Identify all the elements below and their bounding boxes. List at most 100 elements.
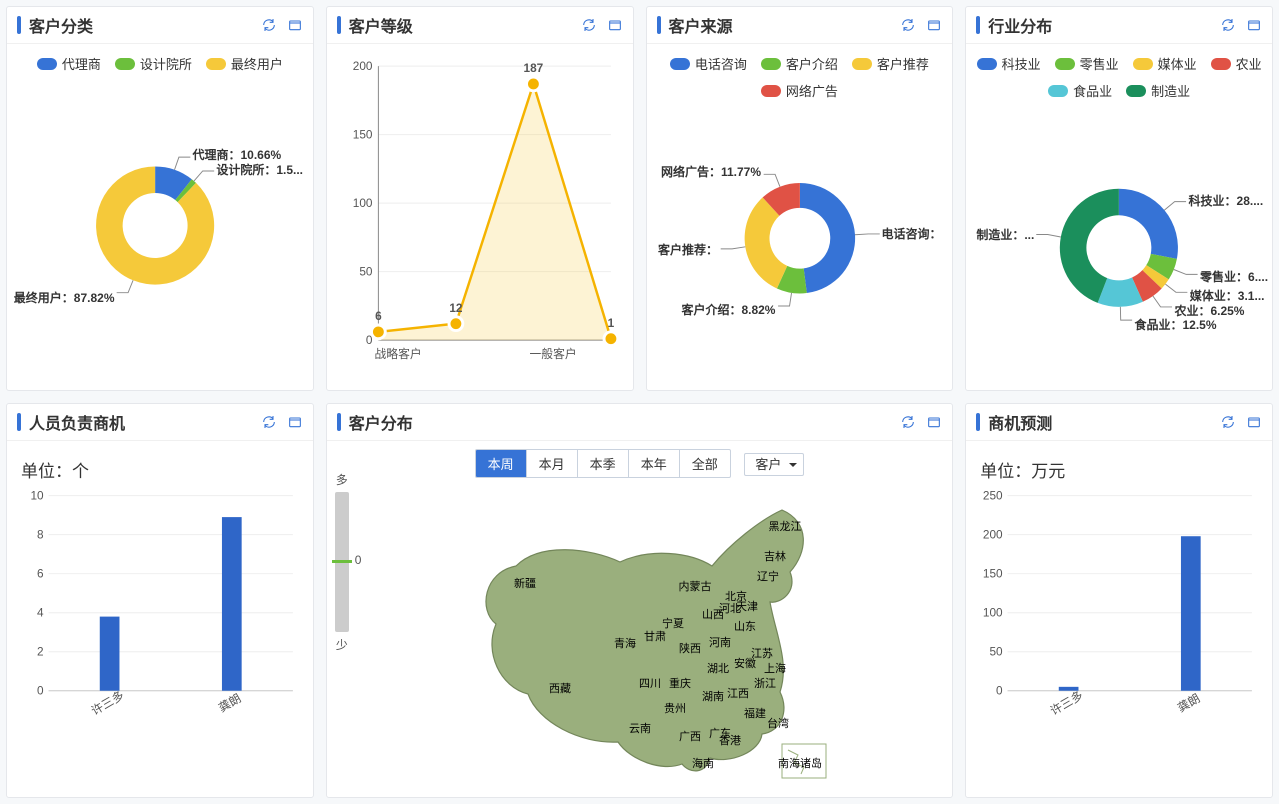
- svg-text:江西: 江西: [727, 687, 749, 700]
- svg-text:湖南: 湖南: [702, 690, 724, 703]
- svg-text:6: 6: [37, 567, 44, 581]
- svg-text:150: 150: [353, 128, 373, 142]
- legend-item[interactable]: 科技业: [977, 54, 1041, 73]
- svg-text:50: 50: [359, 265, 373, 279]
- pie-label: 设计院所：1.5...: [216, 161, 303, 178]
- svg-text:200: 200: [353, 59, 373, 73]
- svg-text:浙江: 浙江: [754, 677, 776, 690]
- donut-chart: 科技业：28....零售业：6....媒体业：3.1...农业：6.25%食品业…: [976, 108, 1262, 378]
- tab-本季[interactable]: 本季: [578, 450, 629, 477]
- tab-本月[interactable]: 本月: [527, 450, 578, 477]
- svg-text:四川: 四川: [639, 678, 661, 690]
- refresh-icon[interactable]: [900, 17, 916, 33]
- svg-text:许三多: 许三多: [1048, 688, 1086, 718]
- card-map: 客户分布 本周本月本季本年全部 客户 多 少 0 黑龙江吉林辽宁内蒙古新疆北京天…: [326, 403, 954, 798]
- refresh-icon[interactable]: [1220, 17, 1236, 33]
- legend-item[interactable]: 设计院所: [115, 54, 192, 73]
- svg-text:宁夏: 宁夏: [662, 616, 684, 630]
- legend-item[interactable]: 食品业: [1048, 81, 1112, 100]
- bar-chart: 0246810许三多龚朗: [17, 486, 303, 729]
- svg-text:150: 150: [983, 567, 1003, 581]
- expand-icon[interactable]: [1246, 17, 1262, 33]
- refresh-icon[interactable]: [261, 414, 277, 430]
- unit-label: 单位：个: [21, 457, 303, 482]
- pie-label: 零售业：6....: [1200, 268, 1268, 285]
- refresh-icon[interactable]: [261, 17, 277, 33]
- svg-text:187: 187: [523, 61, 543, 75]
- tab-本年[interactable]: 本年: [629, 450, 680, 477]
- card-customer-classify: 客户分类 代理商设计院所最终用户 代理商：10.66%设计院所：1.5...最终…: [6, 6, 314, 391]
- svg-text:台湾: 台湾: [767, 716, 789, 730]
- legend: 代理商设计院所最终用户: [17, 54, 303, 73]
- legend: 科技业零售业媒体业农业食品业制造业: [976, 54, 1262, 100]
- svg-text:0: 0: [996, 684, 1003, 698]
- time-range-tabs[interactable]: 本周本月本季本年全部: [475, 449, 731, 478]
- card-title: 客户来源: [669, 13, 733, 37]
- expand-icon[interactable]: [287, 414, 303, 430]
- svg-text:云南: 云南: [629, 722, 651, 735]
- legend-item[interactable]: 电话咨询: [670, 54, 747, 73]
- svg-text:陕西: 陕西: [679, 641, 701, 655]
- svg-text:4: 4: [37, 606, 44, 620]
- pie-label: 电话咨询：: [881, 225, 941, 242]
- expand-icon[interactable]: [1246, 414, 1262, 430]
- card-title: 行业分布: [988, 13, 1052, 37]
- expand-icon[interactable]: [287, 17, 303, 33]
- unit-label: 单位：万元: [980, 457, 1262, 482]
- svg-text:新疆: 新疆: [514, 576, 536, 590]
- donut-chart: 电话咨询：客户介绍：8.82%客户推荐：网络广告：11.77%: [657, 108, 943, 378]
- card-title: 商机预测: [988, 410, 1052, 434]
- refresh-icon[interactable]: [1220, 414, 1236, 430]
- pie-label: 食品业：12.5%: [1135, 316, 1217, 333]
- svg-text:河南: 河南: [709, 636, 731, 649]
- svg-text:50: 50: [990, 645, 1004, 659]
- svg-text:海南: 海南: [692, 756, 714, 770]
- svg-text:辽宁: 辽宁: [757, 569, 779, 583]
- svg-text:2: 2: [37, 645, 44, 659]
- tab-本周[interactable]: 本周: [476, 450, 527, 477]
- legend-item[interactable]: 零售业: [1055, 54, 1119, 73]
- svg-text:12: 12: [449, 301, 463, 315]
- svg-text:广西: 广西: [679, 730, 701, 743]
- expand-icon[interactable]: [926, 414, 942, 430]
- svg-text:西藏: 西藏: [549, 682, 571, 695]
- card-customer-source: 客户来源 电话咨询客户介绍客户推荐网络广告 电话咨询： 客户介绍：8.82% 客户推…: [646, 6, 954, 391]
- legend-item[interactable]: 客户推荐: [852, 54, 929, 73]
- legend-item[interactable]: 农业: [1211, 54, 1262, 73]
- tab-全部[interactable]: 全部: [680, 450, 730, 477]
- pie-label: 客户介绍：8.82%: [681, 301, 775, 318]
- svg-text:香港: 香港: [719, 734, 741, 747]
- svg-text:一般客户: 一般客户: [529, 347, 576, 361]
- donut-chart: 代理商：10.66%设计院所：1.5...最终用户：87.82%: [17, 81, 303, 351]
- card-staff: 人员负责商机 单位：个 0246810许三多龚朗: [6, 403, 314, 798]
- svg-text:山东: 山东: [734, 620, 756, 633]
- pie-label: 客户推荐：: [658, 241, 718, 258]
- expand-icon[interactable]: [607, 17, 623, 33]
- refresh-icon[interactable]: [581, 17, 597, 33]
- legend-item[interactable]: 最终用户: [206, 54, 283, 73]
- svg-text:8: 8: [37, 528, 44, 542]
- svg-text:100: 100: [353, 196, 373, 210]
- svg-text:6: 6: [375, 309, 382, 323]
- refresh-icon[interactable]: [900, 414, 916, 430]
- card-forecast: 商机预测 单位：万元 050100150200250许三多龚朗: [965, 403, 1273, 798]
- legend-item[interactable]: 网络广告: [761, 81, 838, 100]
- svg-text:江苏: 江苏: [751, 647, 773, 660]
- line-chart: 0501001502006121871战略客户一般客户: [337, 52, 623, 375]
- svg-text:甘肃: 甘肃: [644, 630, 666, 643]
- svg-text:重庆: 重庆: [669, 676, 691, 690]
- svg-text:上海: 上海: [764, 661, 786, 675]
- legend: 电话咨询客户介绍客户推荐网络广告: [657, 54, 943, 100]
- legend-item[interactable]: 制造业: [1126, 81, 1190, 100]
- legend-item[interactable]: 媒体业: [1133, 54, 1197, 73]
- pie-label: 制造业：...: [976, 226, 1034, 243]
- svg-text:贵州: 贵州: [664, 702, 686, 715]
- card-title: 客户分布: [349, 410, 413, 434]
- card-title: 客户等级: [349, 13, 413, 37]
- legend-item[interactable]: 客户介绍: [761, 54, 838, 73]
- expand-icon[interactable]: [926, 17, 942, 33]
- legend-item[interactable]: 代理商: [37, 54, 101, 73]
- china-map: 黑龙江吉林辽宁内蒙古新疆北京天津河北山西山东河南宁夏甘肃青海陕西西藏四川重庆湖北…: [337, 482, 943, 785]
- map-type-select[interactable]: 客户: [744, 453, 804, 476]
- svg-text:湖北: 湖北: [707, 662, 729, 675]
